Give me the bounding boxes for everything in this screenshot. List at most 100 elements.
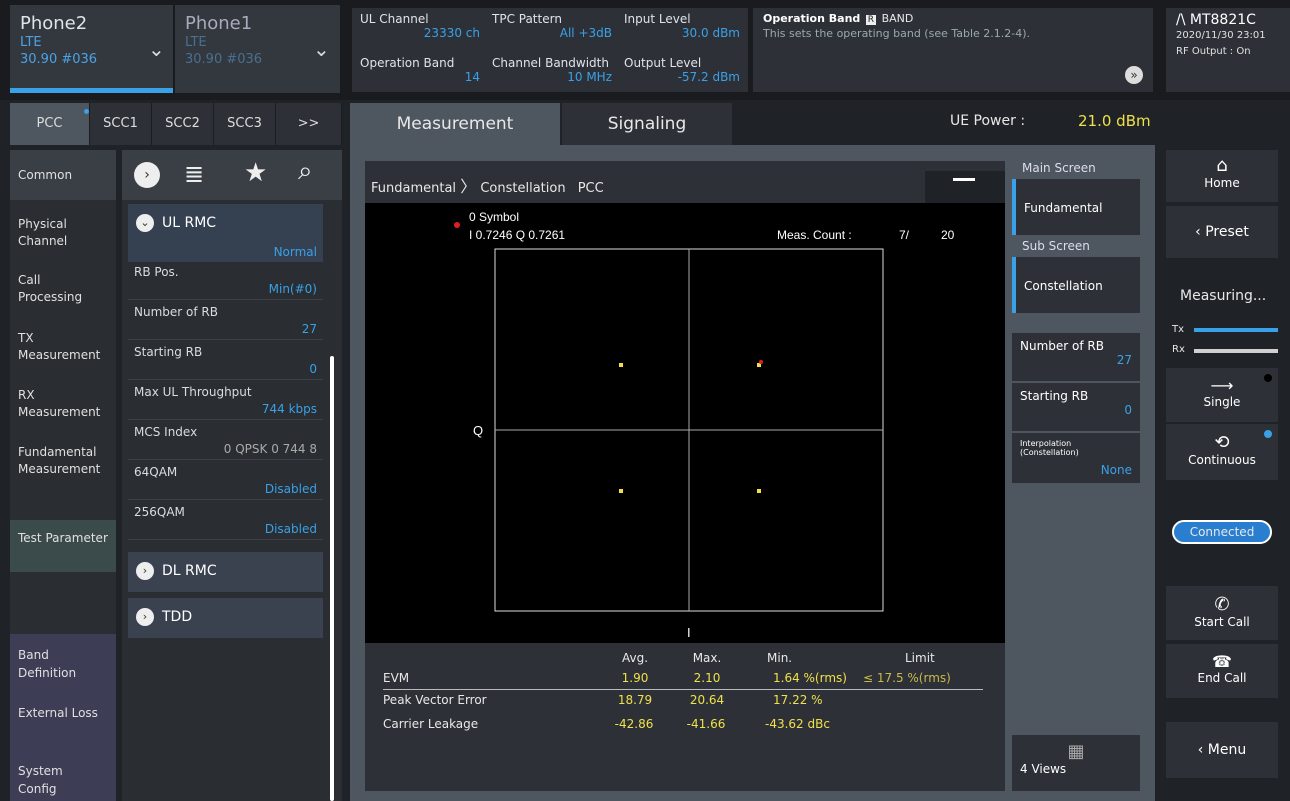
chevron-right-icon: 〉 [460,177,477,196]
ue-power-value: 21.0 dBm [1078,112,1151,130]
scrollbar[interactable] [330,356,334,801]
number-of-rb-label: Number of RB [1020,339,1104,353]
four-views-button[interactable]: ▦ 4 Views [1012,735,1140,791]
info-title: Operation Band [763,12,861,25]
start-call-button[interactable]: ✆ Start Call [1166,586,1278,640]
parameter-panel: › ≣ ★ ⌕ ⌄ UL RMC Normal RB Pos. Min(#0) Nu… [122,150,342,801]
menu-common[interactable]: Common [10,150,116,200]
expand-down-icon[interactable]: » [1125,66,1143,84]
chevron-down-icon[interactable]: ⌄ [148,37,165,61]
main-area: Measurement Signaling UE Power : 21.0 dB… [350,103,1155,801]
operation-band-label: Operation Band [360,56,455,70]
menu-fundamental-measurement[interactable]: Fundamental Measurement [10,444,116,478]
tab-measurement[interactable]: Measurement [350,103,560,145]
param-label: Max UL Throughput [134,385,252,399]
phone2-selector[interactable]: Phone2 LTE 30.90 #036 ⌄ [10,5,173,93]
fundamental-button[interactable]: Fundamental [1012,179,1140,235]
chevron-down-icon[interactable]: ⌄ [313,37,330,61]
param-value: 27 [301,322,317,336]
crumb-fundamental[interactable]: Fundamental [371,181,456,196]
evm-avg: 1.90 [621,671,649,685]
param-mcs-index[interactable]: MCS Index 0 QPSK 0 744 8 [128,422,323,460]
menu-rx-measurement[interactable]: RX Measurement [10,387,116,421]
star-icon[interactable]: ★ [244,158,267,188]
menu-tx-measurement[interactable]: TX Measurement [10,330,116,364]
constellation-point [619,363,623,367]
chevron-left-icon: ‹ [1195,224,1206,240]
sub-screen-label: Sub Screen [1022,239,1090,253]
constellation-button[interactable]: Constellation [1012,257,1140,313]
ul-rmc-mode: Normal [273,245,317,259]
pve-max: 20.64 [689,693,725,707]
phone1-selector[interactable]: Phone1 LTE 30.90 #036 ⌄ [175,5,340,93]
starting-rb-value: 0 [1124,403,1132,417]
menu-physical-channel[interactable]: Physical Channel [10,216,116,250]
info-description: This sets the operating band (see Table … [763,27,1031,40]
row-evm-label: EVM [383,671,410,685]
toolbar: › ≣ ★ ⌕ [122,150,342,200]
minimize-icon[interactable] [953,178,975,181]
rx-label: Rx [1172,344,1185,355]
tpc-pattern[interactable]: TPC Pattern All +3dB [492,12,612,40]
param-256qam[interactable]: 256QAM Disabled [128,502,323,540]
home-button[interactable]: ⌂ Home [1166,150,1278,202]
dl-rmc-header[interactable]: › DL RMC [128,552,323,592]
menu-call-processing[interactable]: Call Processing [10,272,116,306]
menu-button[interactable]: ‹ Menu [1166,722,1278,778]
param-starting-rb[interactable]: Starting RB 0 [128,342,323,380]
tab-more[interactable]: >> [276,103,342,145]
expand-all-icon[interactable]: › [134,162,160,188]
param-rb-pos[interactable]: RB Pos. Min(#0) [128,262,323,300]
menu-external-loss[interactable]: External Loss [18,704,98,762]
continuous-button[interactable]: ⟲ Continuous [1166,424,1278,480]
ul-channel[interactable]: UL Channel 23330 ch [360,12,480,40]
interpolation-button[interactable]: Interpolation (Constellation) None [1012,433,1140,483]
param-number-of-rb[interactable]: Number of RB 27 [128,302,323,340]
menu-system-config[interactable]: System Config [18,762,98,798]
menu-band-definition[interactable]: Band Definition [18,646,98,704]
tab-scc3[interactable]: SCC3 [214,103,276,145]
preset-button[interactable]: ‹ Preset [1166,206,1278,258]
number-of-rb-button[interactable]: Number of RB 27 [1012,333,1140,381]
operation-band[interactable]: Operation Band 14 [360,56,480,84]
param-label: 256QAM [134,505,185,519]
phone-name: Phone1 [185,13,253,34]
tab-pcc[interactable]: PCC [10,103,90,145]
views-label: 4 Views [1020,762,1067,776]
tab-scc2[interactable]: SCC2 [152,103,214,145]
list-play-icon[interactable]: ≣ [184,160,204,188]
param-max-ul-throughput[interactable]: Max UL Throughput 744 kbps [128,382,323,420]
header-avg: Avg. [621,651,649,665]
parameter-summary[interactable]: UL Channel 23330 ch TPC Pattern All +3dB I… [352,8,748,92]
param-label: Starting RB [134,345,203,359]
param-value: 744 kbps [261,402,317,416]
tab-scc1[interactable]: SCC1 [90,103,152,145]
starting-rb-button[interactable]: Starting RB 0 [1012,383,1140,431]
interpolation-label: Interpolation (Constellation) [1020,439,1079,457]
ul-rmc-header[interactable]: ⌄ UL RMC Normal [128,204,323,262]
menu-label: Menu [1207,742,1247,758]
end-call-button[interactable]: ☎ End Call [1166,644,1278,698]
menu-test-parameter[interactable]: Test Parameter [10,520,116,572]
output-level[interactable]: Output Level -57.2 dBm [624,56,740,84]
channel-bandwidth[interactable]: Channel Bandwidth 10 MHz [492,56,612,84]
cl-min: -43.62 dBc [765,717,830,731]
row-cl-label: Carrier Leakage [383,717,479,731]
tdd-header[interactable]: › TDD [128,598,323,638]
search-icon[interactable]: ⌕ [298,156,313,187]
tab-signaling[interactable]: Signaling [562,103,732,145]
info-badge: R [865,15,877,25]
operation-band-value: 14 [464,70,480,84]
measuring-status: Measuring... [1180,288,1267,304]
tx-label: Tx [1172,324,1185,335]
crumb-constellation[interactable]: Constellation [480,181,565,196]
param-value: Min(#0) [268,282,317,296]
symbol-label: 0 Symbol [469,210,519,224]
param-64qam[interactable]: 64QAM Disabled [128,462,323,500]
home-label: Home [1204,176,1240,190]
single-button[interactable]: ⟶ Single [1166,368,1278,422]
constellation-point [757,489,761,493]
indicator-dot-icon [1264,430,1272,438]
input-level[interactable]: Input Level 30.0 dBm [624,12,740,40]
input-level-value: 30.0 dBm [681,26,740,40]
